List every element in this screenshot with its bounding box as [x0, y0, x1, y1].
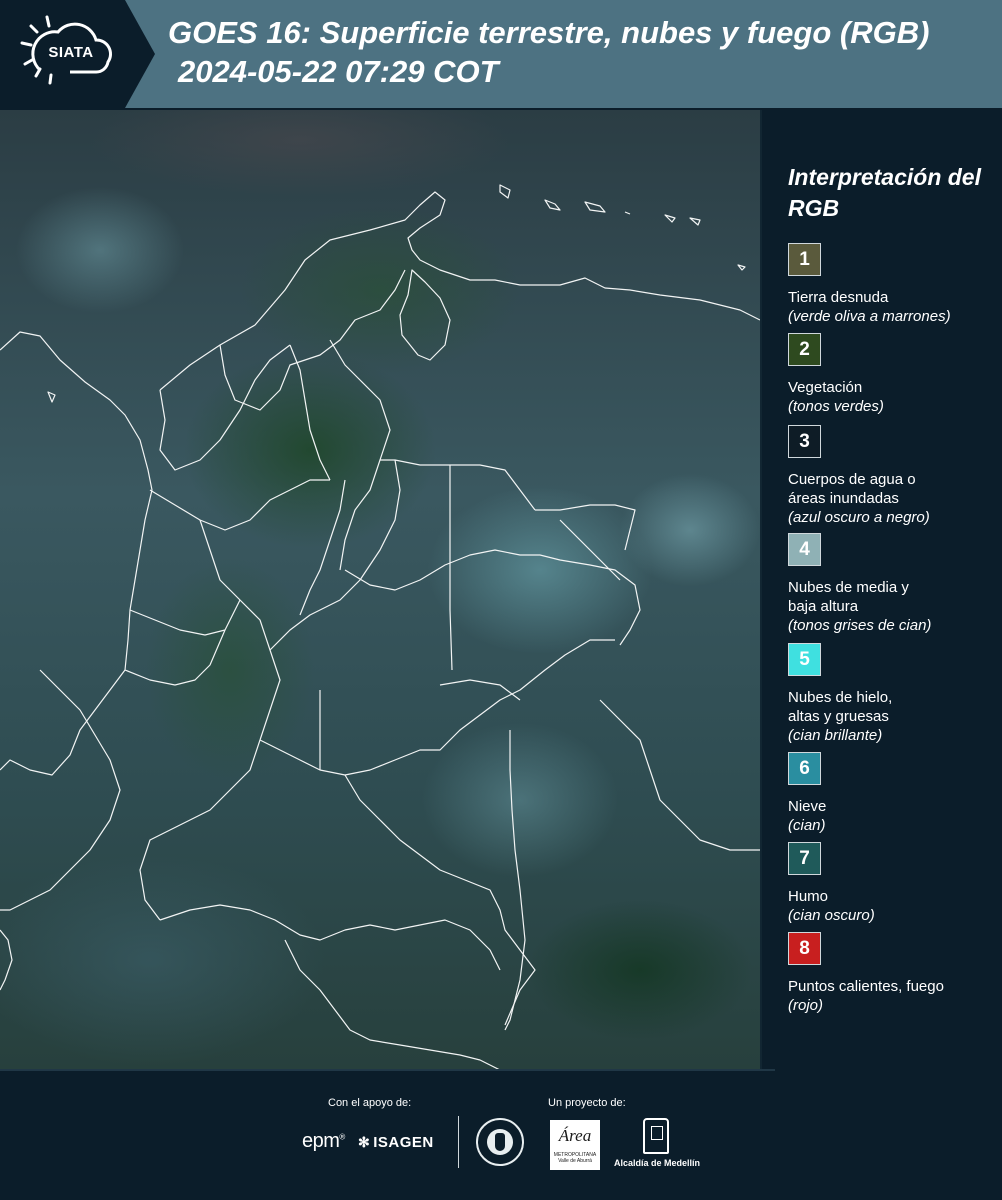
support-label: Con el apoyo de:	[328, 1097, 412, 1109]
legend-item-7: 7 Humo (cian oscuro)	[788, 842, 998, 925]
legend-item-desc: (azul oscuro a negro)	[788, 509, 930, 526]
isagen-mark-icon: ✻	[358, 1134, 371, 1150]
legend-swatch: 7	[788, 842, 821, 875]
siata-logo: SIATA	[0, 0, 155, 108]
legend-item-name: Tierra desnuda	[788, 289, 889, 306]
isagen-logo: ✻ ISAGEN	[358, 1134, 434, 1151]
header-bar: SIATA GOES 16: Superficie terrestre, nub…	[0, 0, 1002, 108]
legend-swatch: 8	[788, 932, 821, 965]
legend-swatch: 2	[788, 333, 821, 366]
amva-text: Área	[558, 1126, 592, 1145]
legend-title: Interpretación del RGB	[788, 164, 981, 221]
legend-item-desc: (tonos verdes)	[788, 398, 884, 415]
legend-item-2: 2 Vegetación (tonos verdes)	[788, 333, 998, 416]
satellite-map[interactable]	[0, 110, 760, 1070]
legend-item-name: Nubes de hielo, altas y gruesas	[788, 689, 893, 725]
isagen-text: ISAGEN	[373, 1134, 434, 1151]
logo-text: SIATA	[48, 44, 94, 61]
legend-item-name: Humo	[788, 888, 829, 905]
boundaries-overlay	[0, 184, 760, 1070]
legend-item-8: 8 Puntos calientes, fuego (rojo)	[788, 932, 998, 1015]
legend-item-desc: (cian brillante)	[788, 727, 883, 744]
legend-swatch: 1	[788, 243, 821, 276]
legend-swatch: 3	[788, 425, 821, 458]
map-edge	[760, 110, 762, 1070]
legend-item-name: Nieve	[788, 798, 827, 815]
project-label: Un proyecto de:	[548, 1097, 626, 1109]
legend-item-3: 3 Cuerpos de agua o áreas inundadas (azul …	[788, 425, 998, 527]
legend-item-desc: (verde oliva a marrones)	[788, 308, 951, 325]
map-bottom-divider	[0, 1069, 775, 1071]
legend-item-desc: (rojo)	[788, 997, 824, 1014]
legend-item-name: Vegetación	[788, 379, 863, 396]
alcaldia-shield-icon	[643, 1118, 669, 1154]
legend-item-desc: (cian oscuro)	[788, 907, 875, 924]
legend-swatch: 5	[788, 643, 821, 676]
legend-panel: Interpretación del RGB	[788, 162, 998, 244]
alcaldia-text: Alcaldía de Medellín	[613, 1158, 701, 1168]
hand-icon	[495, 1133, 505, 1151]
legend-item-name: Nubes de media y baja altura	[788, 579, 909, 615]
epm-logo: epm®	[302, 1130, 345, 1153]
legend-swatch: 6	[788, 752, 821, 785]
legend-item-name: Cuerpos de agua o áreas inundadas	[788, 471, 916, 507]
footer-divider	[458, 1116, 459, 1168]
legend-item-desc: (cian)	[788, 817, 826, 834]
legend-item-1: 1 Tierra desnuda (verde oliva a marrones)	[788, 243, 998, 326]
legend-item-6: 6 Nieve (cian)	[788, 752, 998, 835]
area-metropolitana-logo: Área METROPOLITANA Valle de Aburrá	[550, 1120, 600, 1170]
legend-swatch: 4	[788, 533, 821, 566]
legend-item-desc: (tonos grises de cian)	[788, 617, 932, 634]
legend-item-name: Puntos calientes, fuego	[788, 978, 944, 995]
page-title: GOES 16: Superficie terrestre, nubes y f…	[168, 15, 930, 50]
timestamp: 2024-05-22 07:29 COT	[178, 54, 499, 89]
epm-text: epm	[302, 1130, 340, 1152]
amva-subtext: METROPOLITANA Valle de Aburrá	[553, 1152, 597, 1164]
university-seal-logo	[476, 1118, 524, 1166]
registered-icon: ®	[339, 1132, 345, 1142]
legend-item-4: 4 Nubes de media y baja altura (tonos gris…	[788, 533, 998, 635]
legend-item-5: 5 Nubes de hielo, altas y gruesas (cian br…	[788, 643, 998, 745]
